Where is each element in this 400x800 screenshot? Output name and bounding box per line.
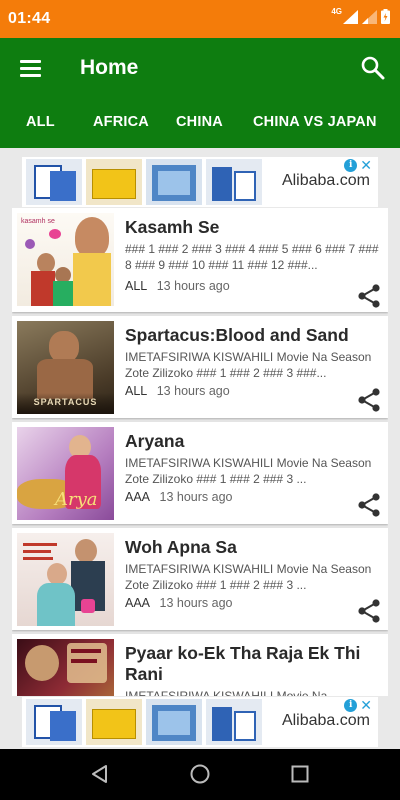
ad-banner-bottom[interactable]: Alibaba.com i ✕	[22, 697, 378, 747]
ad-brand-text: Alibaba.com	[281, 712, 370, 729]
tab-china[interactable]: CHINA	[176, 114, 223, 130]
ad-close-icon[interactable]: ✕	[360, 698, 372, 712]
ad-brand-text: Alibaba.com	[281, 172, 370, 189]
signal-icon	[343, 9, 358, 24]
thumb-caption: Arya	[55, 489, 98, 510]
back-icon[interactable]	[89, 763, 111, 785]
menu-icon-bar	[20, 74, 41, 77]
share-icon[interactable]	[356, 387, 382, 413]
signal-weak-icon	[362, 9, 377, 24]
post-time: 13 hours ago	[156, 384, 230, 398]
post-snippet: IMETAFSIRIWA KISWAHILI Movie Na Season Z…	[125, 350, 372, 380]
post-thumbnail	[17, 533, 114, 626]
search-icon[interactable]	[360, 55, 386, 81]
post-title: Kasamh Se	[125, 217, 220, 237]
home-icon[interactable]	[189, 763, 211, 785]
post-time: 13 hours ago	[159, 490, 233, 504]
post-snippet: ### 1 ### 2 ### 3 ### 4 ### 5 ### 6 ### …	[125, 242, 379, 272]
ad-product-image	[26, 159, 82, 205]
status-bar: 01:44 4G	[0, 0, 400, 38]
post-title: Spartacus:Blood and Sand	[125, 325, 349, 345]
page-title: Home	[80, 56, 139, 79]
post-snippet: IMETAFSIRIWA KISWAHILI Movie Na Season Z…	[125, 562, 372, 592]
tab-all[interactable]: ALL	[26, 114, 55, 130]
post-thumbnail: kasamh se	[17, 213, 114, 306]
post-meta: ALL 13 hours ago	[125, 279, 230, 293]
ad-info-icon[interactable]: i	[344, 699, 358, 712]
list-item[interactable]: SPARTACUS Spartacus:Blood and Sand IMETA…	[12, 316, 388, 418]
post-title: Aryana	[125, 431, 185, 451]
post-snippet: IMETAFSIRIWA KISWAHILI Movie Na Season Z…	[125, 456, 372, 486]
system-nav-bar	[0, 749, 400, 800]
post-category: ALL	[125, 384, 148, 398]
network-type: 4G	[331, 7, 342, 16]
post-meta: ALL 13 hours ago	[125, 384, 230, 398]
menu-icon-bar	[20, 60, 41, 63]
ad-banner-top[interactable]: Alibaba.com i ✕	[22, 157, 378, 207]
post-title: Pyaar ko-Ek Tha Raja Ek Thi Rani	[125, 643, 361, 684]
list-item[interactable]: Woh Apna Sa IMETAFSIRIWA KISWAHILI Movie…	[12, 528, 388, 630]
post-category: AAA	[125, 490, 151, 504]
share-icon[interactable]	[356, 492, 382, 518]
post-meta: AAA 13 hours ago	[125, 596, 232, 610]
post-time: 13 hours ago	[159, 596, 233, 610]
post-meta: AAA 13 hours ago	[125, 490, 232, 504]
thumb-caption: kasamh se	[21, 218, 55, 225]
recents-icon[interactable]	[289, 763, 311, 785]
post-thumbnail: SPARTACUS	[17, 321, 114, 414]
status-time: 01:44	[8, 10, 51, 27]
menu-button[interactable]	[16, 56, 46, 80]
post-snippet: IMETAFSIRIWA KISWAHILI Movie Na	[125, 689, 328, 696]
ad-product-image	[26, 699, 82, 745]
tab-china-vs-japan[interactable]: CHINA VS JAPAN	[253, 114, 377, 130]
ad-product-image	[206, 699, 262, 745]
ad-controls: i ✕	[344, 158, 372, 172]
list-item[interactable]: Arya Aryana IMETAFSIRIWA KISWAHILI Movie…	[12, 422, 388, 524]
thumb-caption: SPARTACUS	[33, 397, 98, 407]
ad-product-image	[146, 159, 202, 205]
ad-product-image	[146, 699, 202, 745]
status-icons: 4G	[331, 7, 390, 24]
post-list: kasamh se Kasamh Se ### 1 ### 2 ### 3 ##…	[12, 208, 388, 696]
tab-africa[interactable]: AFRICA	[93, 114, 149, 130]
ad-product-image	[86, 699, 142, 745]
share-icon[interactable]	[356, 283, 382, 309]
list-item[interactable]: Pyaar ko-Ek Tha Raja Ek Thi Rani IMETAFS…	[12, 634, 388, 696]
post-time: 13 hours ago	[156, 279, 230, 293]
post-category: AAA	[125, 596, 151, 610]
share-icon[interactable]	[356, 598, 382, 624]
post-thumbnail	[17, 639, 114, 696]
battery-icon	[381, 9, 390, 24]
ad-product-image	[206, 159, 262, 205]
post-category: ALL	[125, 279, 148, 293]
ad-close-icon[interactable]: ✕	[360, 158, 372, 172]
list-item[interactable]: kasamh se Kasamh Se ### 1 ### 2 ### 3 ##…	[12, 208, 388, 312]
app-bar: Home ALL AFRICA CHINA CHINA VS JAPAN	[0, 38, 400, 148]
post-thumbnail: Arya	[17, 427, 114, 520]
ad-info-icon[interactable]: i	[344, 159, 358, 172]
category-tabs: ALL AFRICA CHINA CHINA VS JAPAN	[0, 100, 400, 148]
menu-icon-bar	[20, 67, 41, 70]
ad-product-images	[26, 159, 262, 205]
ad-product-image	[86, 159, 142, 205]
ad-controls: i ✕	[344, 698, 372, 712]
ad-product-images	[26, 699, 262, 745]
post-title: Woh Apna Sa	[125, 537, 237, 557]
